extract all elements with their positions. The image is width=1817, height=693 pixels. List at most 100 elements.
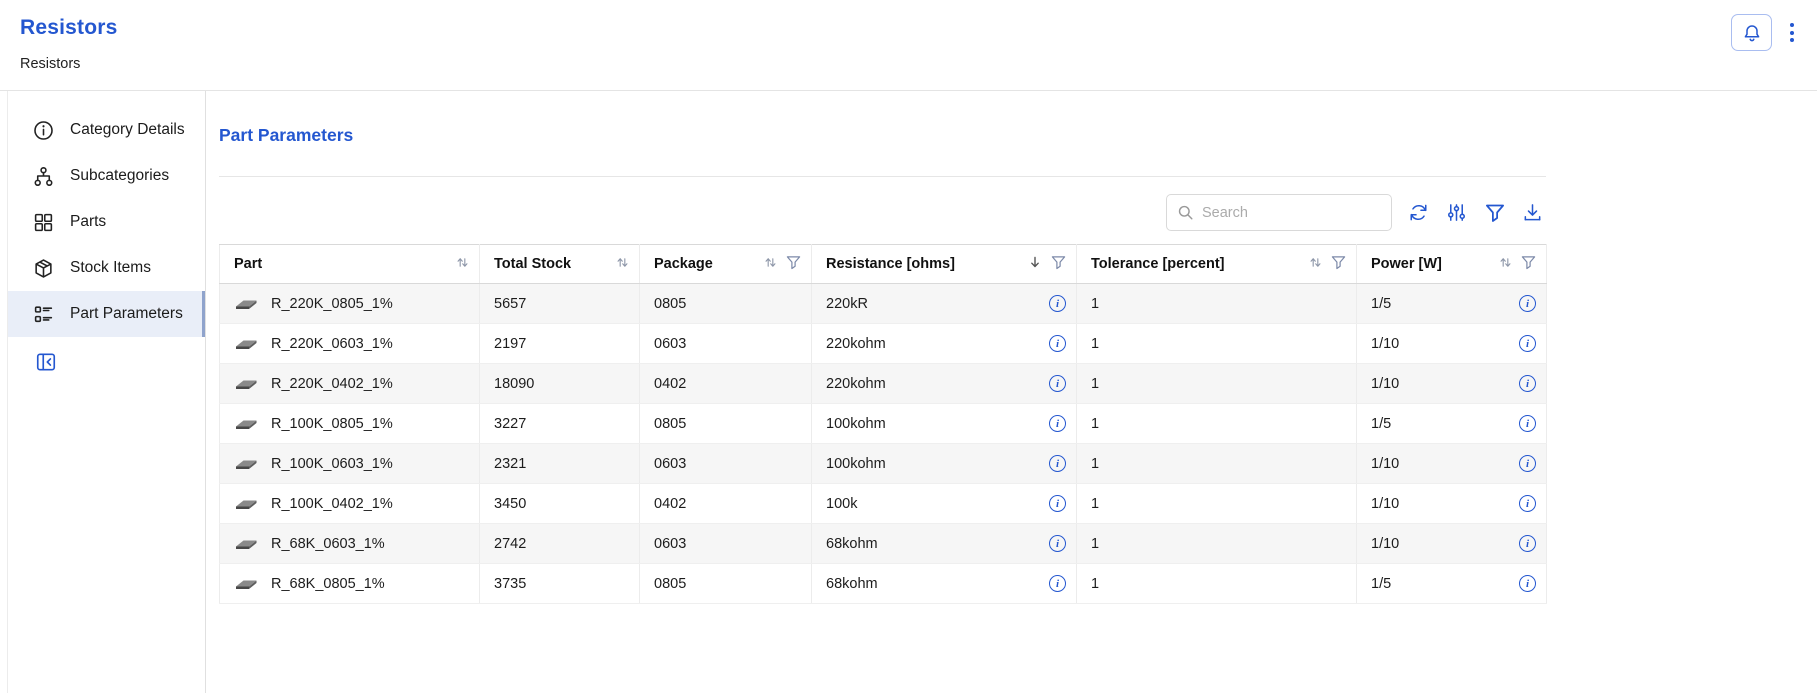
info-icon[interactable]: i xyxy=(1049,575,1066,592)
cell-package[interactable]: 0603 xyxy=(640,444,812,484)
table-row[interactable]: R_220K_0603_1%21970603220kohmi11/10i xyxy=(220,324,1547,364)
cell-power[interactable]: 1/5i xyxy=(1357,564,1547,604)
cell-resistance[interactable]: 220kohmi xyxy=(812,324,1077,364)
cell-resistance[interactable]: 100ki xyxy=(812,484,1077,524)
cell-package[interactable]: 0603 xyxy=(640,524,812,564)
cell-tolerance[interactable]: 1 xyxy=(1077,404,1357,444)
cell-part[interactable]: R_220K_0402_1% xyxy=(220,364,480,404)
info-icon[interactable]: i xyxy=(1519,375,1536,392)
cell-total-stock[interactable]: 2742 xyxy=(480,524,640,564)
cell-tolerance[interactable]: 1 xyxy=(1077,444,1357,484)
sidebar-item-part-parameters[interactable]: Part Parameters xyxy=(8,291,205,337)
info-icon[interactable]: i xyxy=(1049,535,1066,552)
table-row[interactable]: R_220K_0805_1%56570805220kRi11/5i xyxy=(220,284,1547,324)
cell-total-stock[interactable]: 2197 xyxy=(480,324,640,364)
cell-resistance[interactable]: 100kohmi xyxy=(812,444,1077,484)
notifications-button[interactable] xyxy=(1731,14,1772,51)
info-icon[interactable]: i xyxy=(1049,455,1066,472)
sort-desc-icon[interactable] xyxy=(1028,255,1042,273)
filter-icon[interactable] xyxy=(1483,201,1506,224)
sidebar-item-parts[interactable]: Parts xyxy=(8,199,205,245)
cell-total-stock[interactable]: 3227 xyxy=(480,404,640,444)
cell-part[interactable]: R_68K_0805_1% xyxy=(220,564,480,604)
cell-resistance[interactable]: 100kohmi xyxy=(812,404,1077,444)
cell-power[interactable]: 1/5i xyxy=(1357,284,1547,324)
search-input[interactable] xyxy=(1202,205,1381,221)
info-icon[interactable]: i xyxy=(1519,295,1536,312)
download-icon[interactable] xyxy=(1521,201,1544,224)
column-header-tolerance[interactable]: Tolerance [percent] xyxy=(1077,245,1357,284)
cell-part[interactable]: R_100K_0402_1% xyxy=(220,484,480,524)
column-filter-icon[interactable] xyxy=(1051,255,1066,274)
sidebar-item-subcategories[interactable]: Subcategories xyxy=(8,153,205,199)
table-row[interactable]: R_100K_0402_1%34500402100ki11/10i xyxy=(220,484,1547,524)
cell-total-stock[interactable]: 18090 xyxy=(480,364,640,404)
column-header-part[interactable]: Part xyxy=(220,245,480,284)
cell-part[interactable]: R_100K_0603_1% xyxy=(220,444,480,484)
cell-package[interactable]: 0805 xyxy=(640,404,812,444)
sort-icon[interactable] xyxy=(616,256,629,273)
cell-tolerance[interactable]: 1 xyxy=(1077,324,1357,364)
info-icon[interactable]: i xyxy=(1049,415,1066,432)
cell-power[interactable]: 1/5i xyxy=(1357,404,1547,444)
cell-total-stock[interactable]: 3450 xyxy=(480,484,640,524)
cell-power[interactable]: 1/10i xyxy=(1357,324,1547,364)
cell-part[interactable]: R_68K_0603_1% xyxy=(220,524,480,564)
cell-package[interactable]: 0603 xyxy=(640,324,812,364)
cell-resistance[interactable]: 220kRi xyxy=(812,284,1077,324)
cell-tolerance[interactable]: 1 xyxy=(1077,484,1357,524)
info-icon[interactable]: i xyxy=(1519,575,1536,592)
cell-total-stock[interactable]: 2321 xyxy=(480,444,640,484)
collapse-sidebar-button[interactable] xyxy=(34,350,58,374)
cell-package[interactable]: 0805 xyxy=(640,564,812,604)
column-filter-icon[interactable] xyxy=(1521,255,1536,274)
cell-package[interactable]: 0402 xyxy=(640,484,812,524)
column-header-package[interactable]: Package xyxy=(640,245,812,284)
info-icon[interactable]: i xyxy=(1519,535,1536,552)
refresh-icon[interactable] xyxy=(1407,201,1430,224)
info-icon[interactable]: i xyxy=(1049,335,1066,352)
cell-total-stock[interactable]: 5657 xyxy=(480,284,640,324)
cell-tolerance[interactable]: 1 xyxy=(1077,284,1357,324)
column-filter-icon[interactable] xyxy=(786,255,801,274)
search-box[interactable] xyxy=(1166,194,1392,231)
cell-resistance[interactable]: 220kohmi xyxy=(812,364,1077,404)
info-icon[interactable]: i xyxy=(1049,495,1066,512)
kebab-menu-icon[interactable] xyxy=(1787,19,1797,46)
sort-icon[interactable] xyxy=(456,256,469,273)
breadcrumb[interactable]: Resistors xyxy=(20,56,80,72)
info-icon[interactable]: i xyxy=(1049,375,1066,392)
table-row[interactable]: R_68K_0603_1%2742060368kohmi11/10i xyxy=(220,524,1547,564)
sort-icon[interactable] xyxy=(1499,256,1512,273)
sort-icon[interactable] xyxy=(1309,256,1322,273)
cell-tolerance[interactable]: 1 xyxy=(1077,364,1357,404)
table-row[interactable]: R_100K_0603_1%23210603100kohmi11/10i xyxy=(220,444,1547,484)
cell-package[interactable]: 0402 xyxy=(640,364,812,404)
info-icon[interactable]: i xyxy=(1519,415,1536,432)
cell-power[interactable]: 1/10i xyxy=(1357,444,1547,484)
cell-part[interactable]: R_220K_0805_1% xyxy=(220,284,480,324)
cell-part[interactable]: R_100K_0805_1% xyxy=(220,404,480,444)
cell-power[interactable]: 1/10i xyxy=(1357,484,1547,524)
column-settings-icon[interactable] xyxy=(1445,201,1468,224)
cell-package[interactable]: 0805 xyxy=(640,284,812,324)
sort-icon[interactable] xyxy=(764,256,777,273)
cell-resistance[interactable]: 68kohmi xyxy=(812,524,1077,564)
cell-tolerance[interactable]: 1 xyxy=(1077,524,1357,564)
cell-part[interactable]: R_220K_0603_1% xyxy=(220,324,480,364)
table-row[interactable]: R_68K_0805_1%3735080568kohmi11/5i xyxy=(220,564,1547,604)
column-header-resistance[interactable]: Resistance [ohms] xyxy=(812,245,1077,284)
column-header-total_stock[interactable]: Total Stock xyxy=(480,245,640,284)
cell-power[interactable]: 1/10i xyxy=(1357,524,1547,564)
table-row[interactable]: R_220K_0402_1%180900402220kohmi11/10i xyxy=(220,364,1547,404)
column-header-power[interactable]: Power [W] xyxy=(1357,245,1547,284)
info-icon[interactable]: i xyxy=(1519,335,1536,352)
sidebar-item-category-details[interactable]: Category Details xyxy=(8,107,205,153)
sidebar-item-stock-items[interactable]: Stock Items xyxy=(8,245,205,291)
info-icon[interactable]: i xyxy=(1049,295,1066,312)
cell-total-stock[interactable]: 3735 xyxy=(480,564,640,604)
info-icon[interactable]: i xyxy=(1519,495,1536,512)
info-icon[interactable]: i xyxy=(1519,455,1536,472)
cell-resistance[interactable]: 68kohmi xyxy=(812,564,1077,604)
cell-power[interactable]: 1/10i xyxy=(1357,364,1547,404)
